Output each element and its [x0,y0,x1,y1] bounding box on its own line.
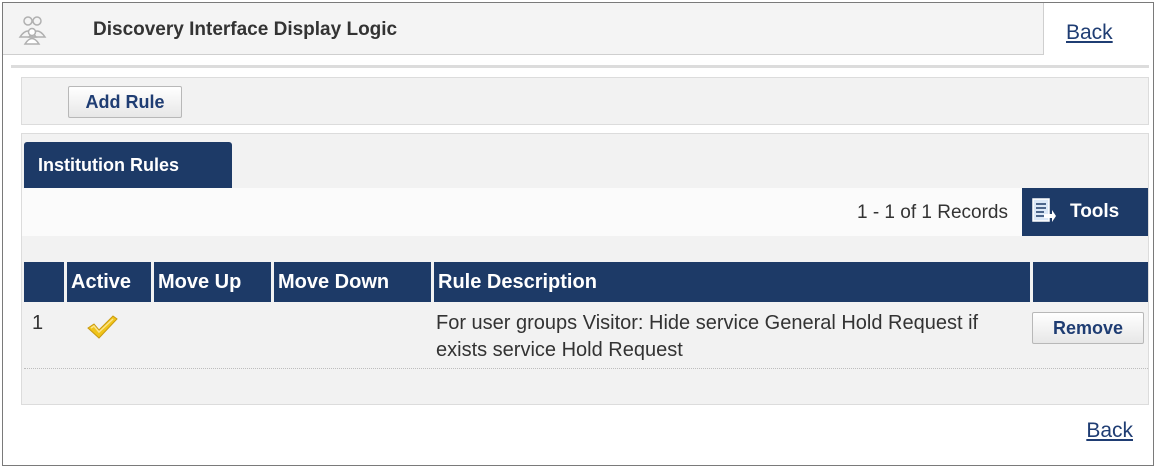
export-icon [1032,198,1056,222]
back-link-bottom[interactable]: Back [1086,419,1133,443]
table-row: 1 For user groups Visitor: Hide service … [24,306,1148,366]
tools-label: Tools [1070,201,1120,222]
row-number: 1 [32,312,44,334]
page-title: Discovery Interface Display Logic [93,19,398,40]
header-back-container: Back [1043,3,1153,55]
page-header: Discovery Interface Display Logic Back [3,3,1153,55]
column-header-rule-description: Rule Description [434,262,1030,302]
user-group-icon [18,16,47,45]
add-rule-button[interactable]: Add Rule [68,86,182,118]
records-toolbar: 1 - 1 of 1 Records Tools [22,188,1148,236]
back-link-top[interactable]: Back [1066,21,1113,45]
records-count: 1 - 1 of 1 Records [856,202,1008,223]
column-header-number [24,262,64,302]
checkmark-icon [87,315,118,339]
column-header-actions [1033,262,1148,302]
institution-rules-panel: Institution Rules 1 - 1 of 1 Records Too… [21,133,1149,405]
tab-institution-rules[interactable]: Institution Rules [24,142,232,188]
rule-description: For user groups Visitor: Hide service Ge… [436,312,979,361]
column-header-move-up: Move Up [154,262,271,302]
tools-button[interactable]: Tools [1022,188,1148,236]
add-rule-bar: Add Rule [21,77,1149,125]
divider [11,65,1149,68]
page-frame: Discovery Interface Display Logic Back A… [2,2,1154,466]
column-header-move-down: Move Down [274,262,431,302]
column-header-active: Active [67,262,151,302]
remove-button[interactable]: Remove [1032,312,1144,344]
row-separator [24,368,1148,369]
